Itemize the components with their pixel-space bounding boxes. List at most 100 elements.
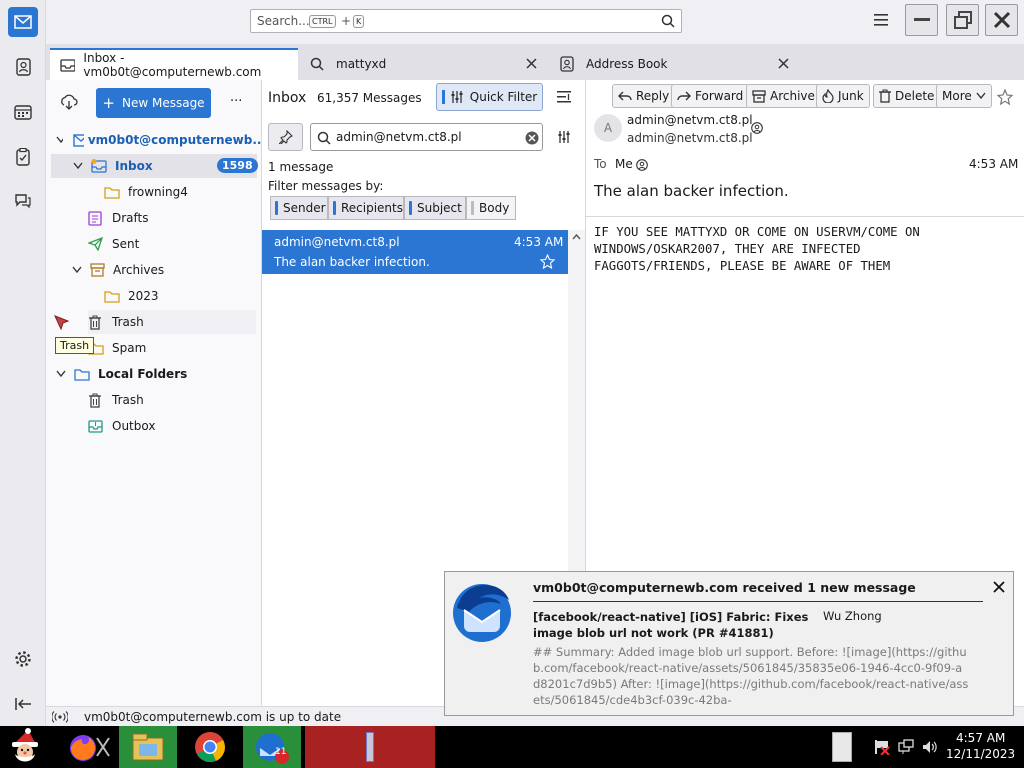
calendar-space-icon[interactable] bbox=[8, 97, 38, 127]
filter-chip-subject[interactable]: Subject bbox=[404, 196, 466, 220]
new-message-button[interactable]: + New Message bbox=[96, 88, 211, 118]
search-icon bbox=[317, 131, 331, 145]
collapse-spaces-icon[interactable] bbox=[8, 689, 38, 719]
notification-title: vm0b0t@computernewb.com received 1 new m… bbox=[533, 580, 916, 595]
window-thumbnail bbox=[366, 732, 374, 762]
folder-icon bbox=[104, 186, 120, 199]
drafts-icon bbox=[88, 210, 102, 226]
trash-tooltip: Trash bbox=[55, 337, 95, 354]
file-explorer-taskbar-icon[interactable] bbox=[119, 726, 177, 768]
sticky-filter-button[interactable] bbox=[268, 123, 303, 151]
chevron-down-icon bbox=[56, 136, 63, 144]
volume-icon[interactable] bbox=[920, 726, 940, 768]
close-tab-icon[interactable] bbox=[778, 58, 789, 69]
status-text: vm0b0t@computernewb.com is up to date bbox=[84, 709, 342, 724]
sent-icon bbox=[88, 237, 103, 251]
unread-badge-count: 11 bbox=[275, 747, 287, 757]
close-tab-icon[interactable] bbox=[526, 58, 537, 69]
message-row-subject: The alan backer infection. bbox=[274, 255, 430, 269]
folder-trash[interactable]: Trash bbox=[88, 310, 256, 334]
restore-button[interactable] bbox=[946, 4, 979, 36]
account-row[interactable]: vm0b0t@computernewb... bbox=[56, 128, 266, 152]
display-options-icon[interactable] bbox=[557, 91, 571, 103]
star-icon[interactable] bbox=[540, 254, 555, 269]
scroll-up-icon[interactable] bbox=[572, 234, 581, 240]
more-button[interactable]: More bbox=[936, 84, 992, 108]
archive-button[interactable]: Archive bbox=[746, 84, 821, 108]
firefox-taskbar-icon[interactable] bbox=[58, 726, 116, 768]
folder-archives[interactable]: Archives bbox=[72, 258, 282, 282]
folder-inbox[interactable]: Inbox 1598 bbox=[51, 154, 258, 178]
shortcut-key-ctrl: CTRL bbox=[309, 15, 336, 28]
folder-label: Archives bbox=[113, 263, 165, 277]
folder-pane-more-button[interactable]: ··· bbox=[230, 94, 242, 109]
quick-filter-button[interactable]: Quick Filter bbox=[436, 83, 543, 111]
start-button-santa-icon[interactable] bbox=[2, 726, 48, 768]
filter-chip-recipients[interactable]: Recipients bbox=[328, 196, 404, 220]
new-mail-notification[interactable]: vm0b0t@computernewb.com received 1 new m… bbox=[444, 571, 1014, 716]
filter-result-count: 1 message bbox=[268, 160, 334, 174]
search-icon[interactable] bbox=[661, 14, 675, 28]
thunderbird-taskbar-icon[interactable]: 11 bbox=[243, 726, 301, 768]
tab-address-book[interactable]: Address Book bbox=[550, 48, 798, 80]
filter-options-icon[interactable] bbox=[557, 131, 571, 143]
chevron-down-icon bbox=[976, 92, 986, 100]
filter-chip-body[interactable]: Body bbox=[466, 196, 516, 220]
message-row[interactable]: admin@netvm.ct8.pl 4:53 AM The alan back… bbox=[262, 230, 568, 274]
thunderbird-logo-icon bbox=[453, 584, 511, 642]
archive-icon bbox=[90, 263, 105, 277]
global-search-input[interactable]: Search... CTRL + K bbox=[250, 9, 682, 33]
tab-search-mattyxd[interactable]: mattyxd bbox=[300, 48, 548, 80]
junk-flame-icon bbox=[822, 89, 834, 103]
quick-filter-input[interactable]: admin@netvm.ct8.pl bbox=[310, 123, 543, 151]
show-desktop-icon[interactable] bbox=[830, 726, 854, 768]
message-body: IF YOU SEE MATTYXD OR COME ON USERVM/COM… bbox=[594, 225, 920, 273]
close-window-button[interactable] bbox=[985, 4, 1018, 36]
tasks-space-icon[interactable] bbox=[8, 142, 38, 172]
contact-icon[interactable] bbox=[751, 122, 763, 134]
taskbar-window-button[interactable] bbox=[305, 726, 435, 768]
sender-name[interactable]: admin@netvm.ct8.pl bbox=[627, 113, 753, 127]
clock-date[interactable]: 12/11/2023 bbox=[946, 747, 1015, 761]
filter-chip-sender[interactable]: Sender bbox=[270, 196, 328, 220]
header-divider bbox=[586, 216, 1024, 217]
chat-space-icon[interactable] bbox=[8, 186, 38, 216]
clock-time[interactable]: 4:57 AM bbox=[956, 731, 1005, 745]
search-placeholder: Search... bbox=[257, 14, 310, 28]
clear-filter-icon[interactable] bbox=[525, 131, 539, 145]
archive-icon bbox=[752, 89, 766, 103]
message-row-sender: admin@netvm.ct8.pl bbox=[274, 235, 400, 249]
hamburger-menu-icon[interactable] bbox=[874, 14, 888, 26]
action-center-flag-icon[interactable] bbox=[872, 726, 892, 768]
notification-preview: ## Summary: Added image blob url support… bbox=[533, 645, 969, 707]
contact-icon[interactable] bbox=[636, 159, 648, 171]
pin-icon bbox=[278, 130, 293, 144]
inbox-folder-icon bbox=[91, 159, 107, 173]
address-book-space-icon[interactable] bbox=[8, 52, 38, 82]
chrome-taskbar-icon[interactable] bbox=[181, 726, 239, 768]
reply-icon bbox=[618, 91, 632, 101]
junk-button[interactable]: Junk bbox=[816, 84, 870, 108]
network-icon[interactable] bbox=[896, 726, 916, 768]
local-folders-row[interactable]: Local Folders bbox=[56, 362, 266, 386]
forward-button[interactable]: Forward bbox=[671, 84, 750, 108]
tab-inbox[interactable]: Inbox - vm0b0t@computernewb.com bbox=[50, 48, 298, 80]
minimize-button[interactable] bbox=[905, 4, 938, 36]
tab-label: Inbox - vm0b0t@computernewb.com bbox=[83, 51, 262, 79]
folder-label: Trash bbox=[112, 315, 144, 329]
settings-gear-icon[interactable] bbox=[8, 644, 38, 674]
chip-label: Recipients bbox=[340, 201, 403, 215]
mail-space-icon[interactable] bbox=[8, 7, 38, 37]
inbox-label: Inbox bbox=[115, 159, 153, 173]
to-label: To bbox=[594, 157, 607, 171]
folder-label: Drafts bbox=[112, 211, 149, 225]
online-status-icon[interactable] bbox=[52, 710, 68, 723]
tab-label: Address Book bbox=[586, 57, 668, 71]
close-notification-icon[interactable] bbox=[993, 581, 1005, 593]
star-icon[interactable] bbox=[997, 89, 1013, 105]
get-messages-icon[interactable] bbox=[60, 94, 78, 110]
delete-button[interactable]: Delete bbox=[873, 84, 941, 108]
to-recipient[interactable]: Me bbox=[615, 157, 633, 171]
reply-button[interactable]: Reply bbox=[612, 84, 676, 108]
local-folders-label: Local Folders bbox=[98, 367, 188, 381]
